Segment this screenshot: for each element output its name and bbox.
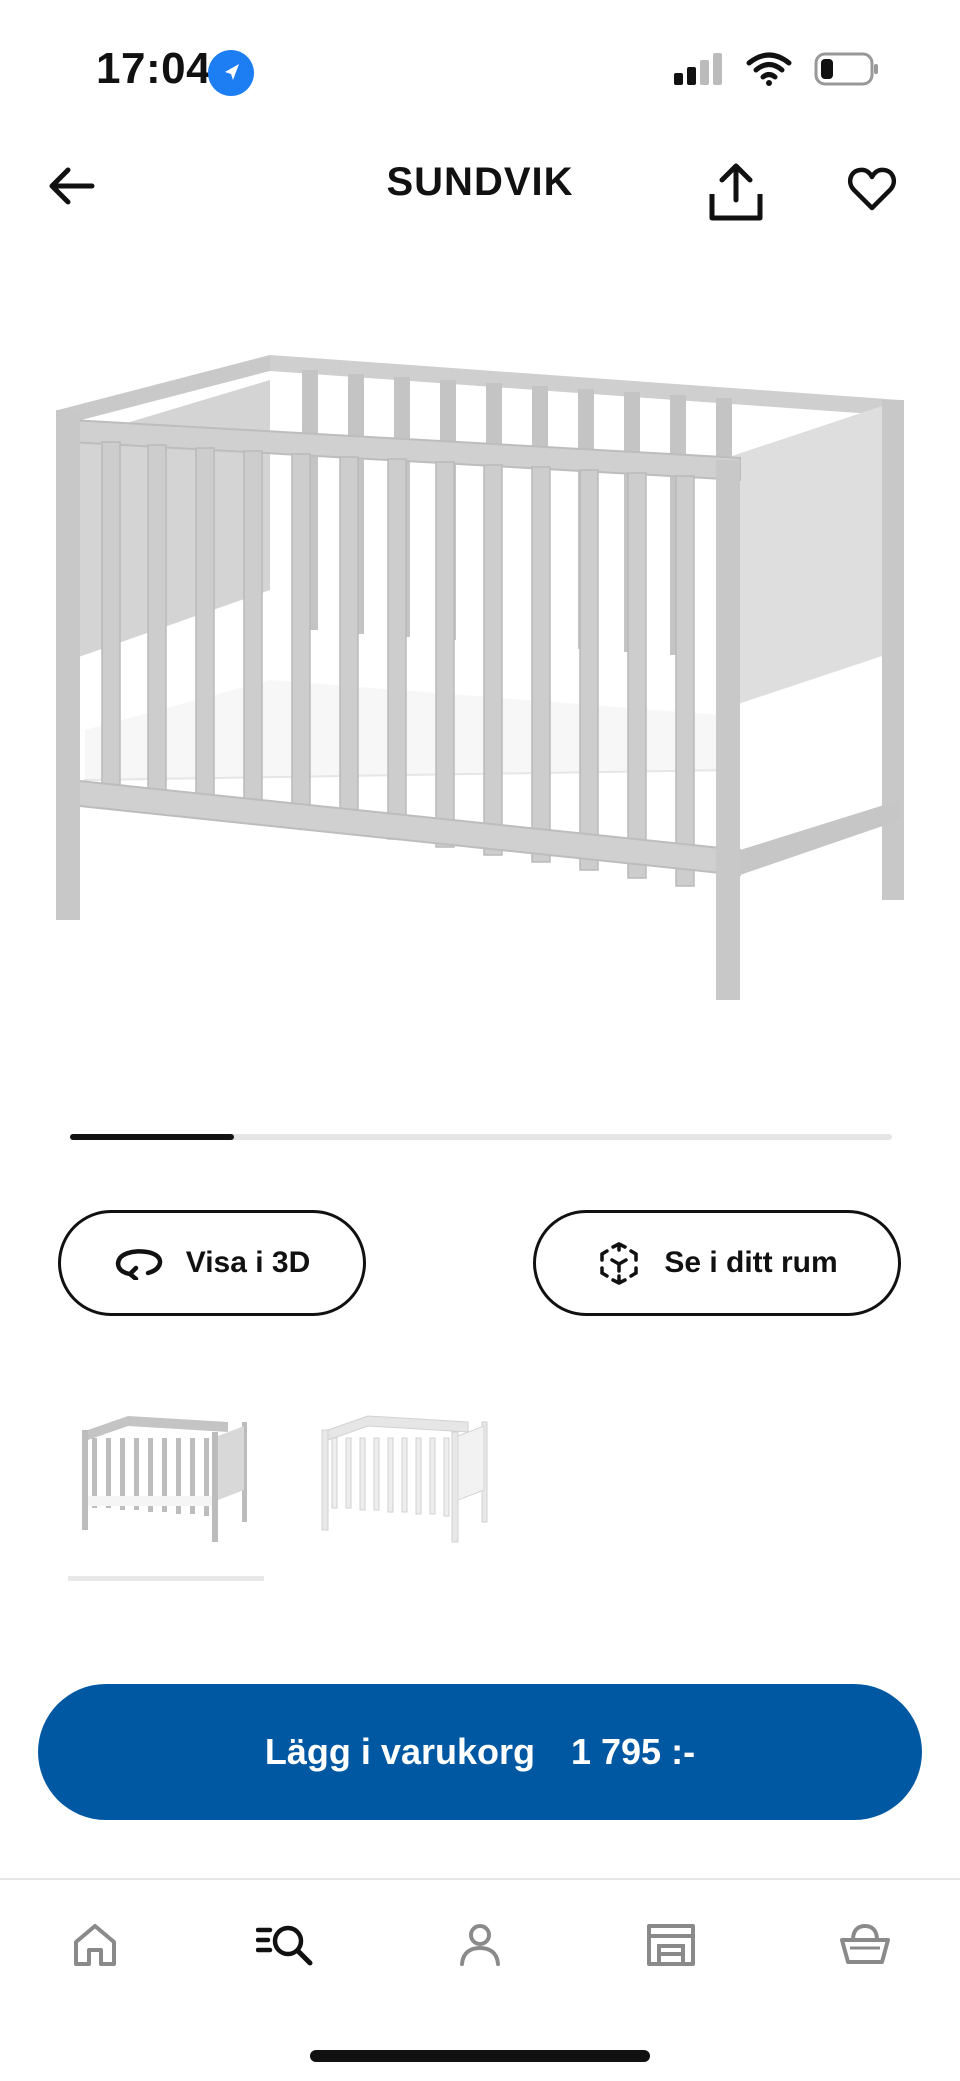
profile-icon xyxy=(460,1924,500,1966)
view-3d-button[interactable]: Visa i 3D xyxy=(58,1210,366,1316)
view-in-room-label: Se i ditt rum xyxy=(664,1246,838,1279)
battery-icon xyxy=(814,52,878,86)
signal-icon xyxy=(674,53,722,85)
nav-profile[interactable] xyxy=(445,1910,515,1980)
nav-home[interactable] xyxy=(60,1910,130,1980)
gallery-progress xyxy=(70,1134,892,1140)
view-3d-label: Visa i 3D xyxy=(185,1246,311,1279)
home-indicator xyxy=(310,2050,650,2062)
nav-basket[interactable] xyxy=(830,1910,900,1980)
crib-thumbnail-white xyxy=(321,1415,488,1543)
page-title: SUNDVIK xyxy=(386,160,574,204)
share-button[interactable] xyxy=(706,160,766,224)
status-time: 17:04 xyxy=(96,44,212,93)
variant-thumbnails xyxy=(68,1400,488,1585)
gallery-progress-fill xyxy=(70,1134,235,1140)
add-to-cart-label: Lägg i varukorg xyxy=(264,1731,535,1772)
nav-search[interactable] xyxy=(251,1910,321,1980)
status-bar: 17:04 xyxy=(0,0,960,140)
product-image[interactable] xyxy=(40,330,920,1030)
selected-variant-indicator xyxy=(68,1576,264,1581)
view-in-room-button[interactable]: Se i ditt rum xyxy=(533,1210,901,1316)
ar-cube-icon xyxy=(600,1242,639,1285)
basket-icon xyxy=(840,1923,890,1964)
favorite-button[interactable] xyxy=(846,162,898,214)
share-icon xyxy=(709,163,763,221)
store-icon xyxy=(647,1924,695,1966)
price: 1 795 :- xyxy=(570,1731,696,1772)
crib-thumbnail-grey xyxy=(82,1416,247,1542)
location-arrow-icon xyxy=(208,50,254,96)
nav-store[interactable] xyxy=(636,1910,706,1980)
wifi-icon xyxy=(746,52,792,86)
variant-thumbnail-white[interactable] xyxy=(308,1400,504,1570)
variant-thumbnail-grey[interactable] xyxy=(68,1400,264,1570)
crib-image xyxy=(56,355,904,1000)
search-icon xyxy=(256,1925,313,1966)
rotate-3d-icon xyxy=(115,1249,162,1280)
heart-icon xyxy=(847,167,897,211)
status-icons xyxy=(674,52,880,86)
home-icon xyxy=(74,1924,116,1966)
header: SUNDVIK xyxy=(0,140,960,250)
add-to-cart-button[interactable]: Lägg i varukorg 1 795 :- xyxy=(38,1684,922,1820)
